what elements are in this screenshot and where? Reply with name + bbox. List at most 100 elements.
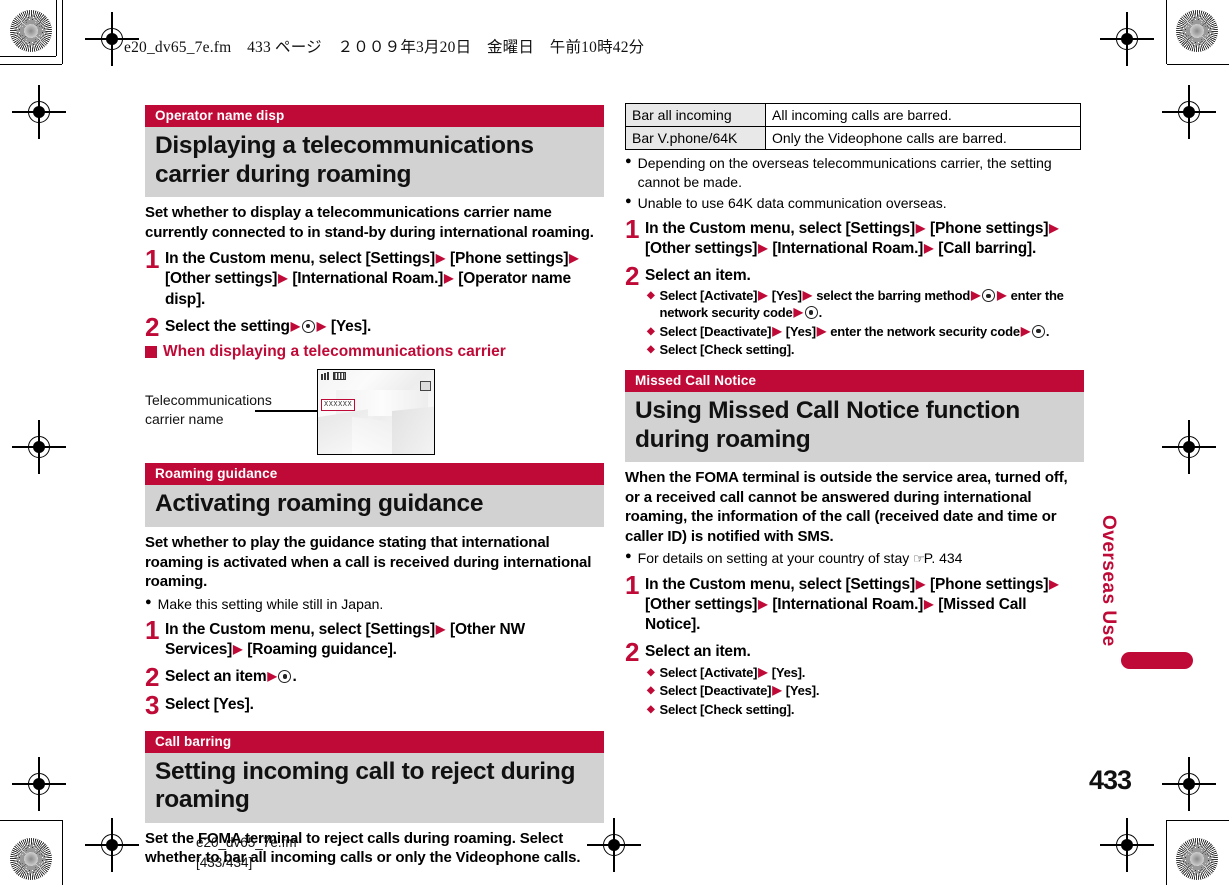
registration-burst-bottom-right	[1176, 838, 1218, 880]
arrow-icon: ▶	[816, 323, 826, 338]
page-number: 433	[1089, 765, 1132, 795]
section-eyebrow: Missed Call Notice	[625, 369, 1084, 392]
sub-step-text: Select [Deactivate]▶ [Yes].	[660, 683, 820, 700]
table-cell-value: All incoming calls are barred.	[765, 102, 1081, 128]
step: 1 In the Custom menu, select [Settings]▶ …	[625, 216, 1084, 259]
table-cell-key: Bar V.phone/64K	[625, 126, 766, 151]
step-text: In the Custom menu, select [Settings]	[165, 250, 435, 268]
arrow-icon: ▶	[569, 251, 579, 266]
sub-heading-when-displaying-carrier: When displaying a telecommunications car…	[145, 342, 604, 361]
section-heading: Setting incoming call to reject during r…	[145, 752, 604, 823]
reference-note: ● For details on setting at your country…	[625, 549, 1084, 568]
diamond-bullet-icon: ◆	[647, 325, 655, 337]
arrow-icon: ▶	[1049, 577, 1059, 592]
carrier-name-label: XXXXXX	[321, 399, 356, 412]
step-list: 1 In the Custom menu, select [Settings]▶ …	[145, 244, 604, 342]
sub-step-text: Select [Activate]▶ [Yes].	[660, 665, 806, 682]
table-cell-key: Bar all incoming	[625, 102, 766, 128]
arrow-icon: ▶	[802, 288, 812, 303]
registration-burst-bottom-left	[10, 838, 52, 880]
step-text: [International Roam.]	[768, 240, 924, 258]
step-body: In the Custom menu, select [Settings]▶ […	[645, 219, 1084, 259]
arrow-icon: ▶	[758, 288, 768, 303]
step: 2 Select the setting▶ ▶ [Yes].	[145, 311, 604, 342]
section-heading: Displaying a telecommunications carrier …	[145, 127, 604, 198]
step-body: In the Custom menu, select [Settings]▶ […	[165, 249, 604, 309]
edge-tab-overseas-use: Overseas Use	[1098, 515, 1119, 647]
step-text: [International Roam.]	[768, 596, 924, 614]
step-list: 1 In the Custom menu, select [Settings]▶ …	[145, 617, 604, 719]
step-text: [Yes].	[768, 664, 806, 680]
step-text: [Yes].	[326, 317, 372, 335]
arrow-icon: ▶	[444, 271, 454, 286]
crop-line-top	[0, 64, 62, 66]
wallpaper-shape-3	[392, 405, 434, 455]
osaifu-icon	[420, 381, 431, 392]
bullet-item: ● Depending on the overseas telecommunica…	[625, 154, 1084, 190]
arrow-icon: ▶	[915, 220, 925, 235]
step-text: .	[292, 668, 297, 686]
diamond-bullet-icon: ◆	[647, 344, 655, 356]
bullet-item: ● Make this setting while still in Japan.	[145, 595, 604, 613]
arrow-icon: ▶	[316, 318, 326, 333]
select-key-icon	[278, 670, 292, 684]
sub-step: ◆ Select [Activate]▶ [Yes]▶ select the ba…	[645, 288, 1084, 321]
registration-mark-center-left	[12, 420, 66, 474]
step-text: [Roaming guidance].	[243, 640, 397, 658]
step-number: 2	[145, 311, 160, 342]
step-text: Select [Activate]	[659, 288, 758, 304]
diamond-bullet-icon: ◆	[647, 703, 655, 715]
diamond-bullet-icon: ◆	[647, 685, 655, 697]
call-barring-options-table: Bar all incoming All incoming calls are b…	[625, 102, 1081, 151]
battery-icon	[333, 372, 346, 381]
step-number: 1	[625, 570, 640, 601]
arrow-icon: ▶	[758, 664, 768, 679]
select-key-icon	[982, 289, 996, 303]
arrow-icon: ▶	[435, 251, 445, 266]
step-body: Select an item. ◆ Select [Activate]▶ [Yes]…	[645, 266, 1084, 359]
crop-line-right	[1166, 0, 1168, 64]
arrow-icon: ▶	[435, 621, 445, 636]
step-text: Select [Check setting].	[659, 701, 795, 717]
left-column: Operator name disp Displaying a telecomm…	[145, 105, 604, 868]
arrow-icon: ▶	[772, 323, 782, 338]
table-body: Bar all incoming All incoming calls are b…	[625, 102, 1081, 151]
reference-note-prefix: For details on setting at your country o…	[637, 550, 910, 567]
step-number: 1	[145, 244, 160, 275]
step-text: [Yes]	[768, 288, 802, 304]
footer-page-range: [433/434]	[196, 854, 253, 870]
sub-step-text: Select [Check setting].	[660, 342, 795, 359]
sub-step-text: Select [Activate]▶ [Yes]▶ select the bar…	[660, 288, 1085, 321]
section-intro: Set whether to play the guidance stating…	[145, 534, 592, 591]
section-operator-name-disp: Operator name disp Displaying a telecomm…	[145, 105, 604, 456]
sub-step: ◆ Select [Deactivate]▶ [Yes].	[645, 683, 1084, 700]
step-number: 2	[625, 637, 640, 668]
step-text: [Phone settings]	[925, 219, 1049, 237]
sub-step: ◆ Select [Activate]▶ [Yes].	[645, 665, 1084, 682]
step-text: Select [Activate]	[659, 664, 758, 680]
section-intro: Set whether to display a telecommunicati…	[145, 204, 594, 241]
step-text: [Call barring].	[934, 240, 1037, 258]
select-key-icon	[301, 319, 315, 333]
step-text: Select an item	[165, 668, 267, 686]
diamond-bullet-icon: ◆	[647, 290, 655, 302]
step-number: 2	[145, 662, 160, 693]
bullet-text: Depending on the overseas telecommunicat…	[637, 155, 1052, 190]
step: 1 In the Custom menu, select [Settings]▶ …	[625, 570, 1084, 635]
section-roaming-guidance: Roaming guidance Activating roaming guid…	[145, 463, 604, 719]
registration-mark-mid-right	[1162, 85, 1216, 139]
phone-status-bar	[321, 372, 346, 381]
registration-mark-lower-right	[1162, 757, 1216, 811]
step-body: In the Custom menu, select [Settings]▶ […	[645, 575, 1084, 635]
step-body: Select [Yes].	[165, 695, 604, 716]
step-text: Select [Check setting].	[659, 342, 795, 358]
step: 1 In the Custom menu, select [Settings]▶ …	[145, 244, 604, 309]
step-number: 2	[625, 261, 640, 292]
step-text: Select [Deactivate]	[659, 683, 772, 699]
step-text: [Other settings]	[645, 240, 758, 258]
arrow-icon: ▶	[267, 669, 277, 684]
reference-target-page[interactable]: P. 434	[924, 550, 963, 566]
arrow-icon: ▶	[233, 641, 243, 656]
pointing-hand-icon: ☞	[913, 551, 925, 567]
arrow-icon: ▶	[772, 683, 782, 698]
